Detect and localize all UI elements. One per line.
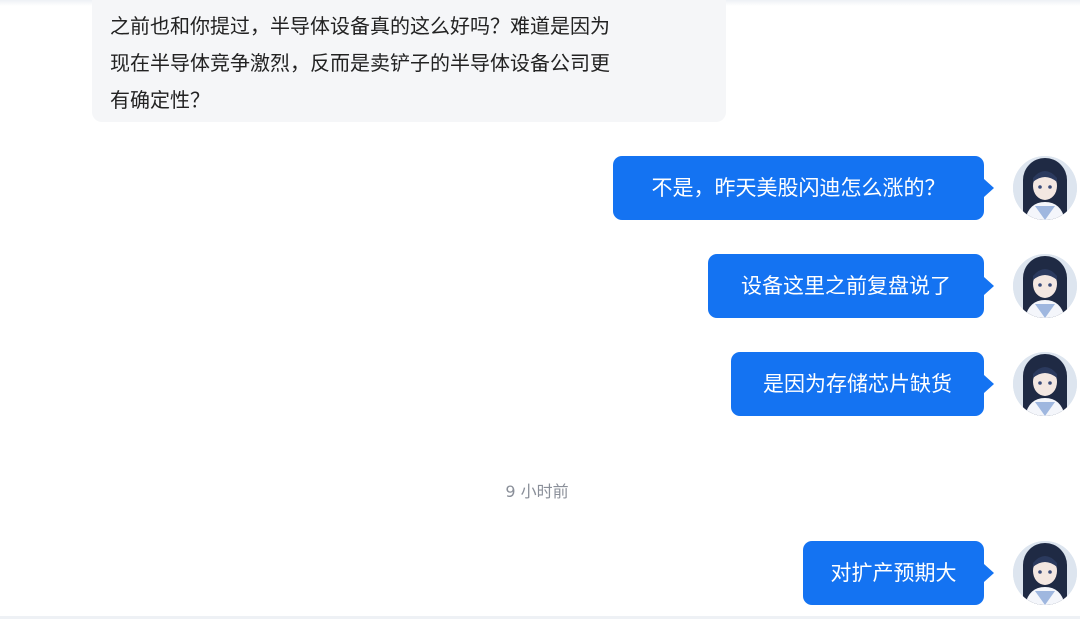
incoming-message-text: 之前也和你提过，半导体设备真的这么好吗？难道是因为 现在半导体竞争激烈，反而是卖… (110, 14, 610, 112)
bubble-tail (984, 179, 994, 197)
outgoing-message-bubble[interactable]: 是因为存储芯片缺货 (731, 352, 984, 416)
outgoing-message-bubble[interactable]: 设备这里之前复盘说了 (708, 254, 984, 318)
outgoing-message-text: 不是，昨天美股闪迪怎么涨的？ (651, 176, 946, 200)
incoming-message-bubble: 之前也和你提过，半导体设备真的这么好吗？难道是因为 现在半导体竞争激烈，反而是卖… (92, 0, 726, 122)
user-avatar[interactable] (1013, 254, 1077, 318)
chat-window: 之前也和你提过，半导体设备真的这么好吗？难道是因为 现在半导体竞争激烈，反而是卖… (0, 0, 1080, 619)
bubble-tail (984, 277, 994, 295)
bubble-tail (984, 564, 994, 582)
user-avatar[interactable] (1013, 541, 1077, 605)
outgoing-message-bubble[interactable]: 不是，昨天美股闪迪怎么涨的？ (613, 156, 984, 220)
message-timestamp: 9 小时前 (505, 482, 569, 501)
bubble-tail (984, 375, 994, 393)
avatar-icon (1013, 254, 1077, 318)
outgoing-message-text: 设备这里之前复盘说了 (741, 274, 951, 298)
user-avatar[interactable] (1013, 156, 1077, 220)
outgoing-message-text: 是因为存储芯片缺货 (763, 372, 952, 396)
user-avatar[interactable] (1013, 352, 1077, 416)
avatar-icon (1013, 156, 1077, 220)
outgoing-message-text: 对扩产预期大 (830, 561, 957, 585)
outgoing-message-bubble[interactable]: 对扩产预期大 (803, 541, 984, 605)
avatar-icon (1013, 352, 1077, 416)
avatar-icon (1013, 541, 1077, 605)
